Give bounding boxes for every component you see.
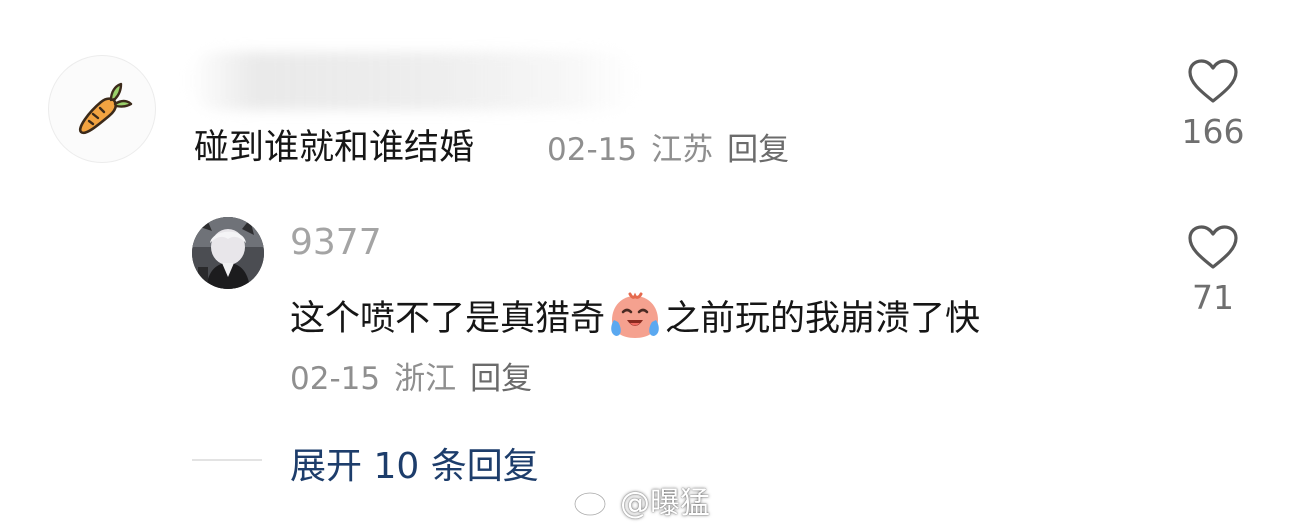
reply-button[interactable]: 回复 <box>470 361 532 397</box>
anime-avatar-image <box>192 217 264 289</box>
reply-text: 这个喷不了是真猎奇 之前玩的我崩溃了快 <box>290 290 980 341</box>
reply-button[interactable]: 回复 <box>727 132 789 168</box>
blurred-username <box>188 52 638 110</box>
watermark-text: @曝猛 <box>620 486 710 521</box>
reply-region: 浙江 <box>394 361 457 397</box>
expand-replies-button[interactable]: 展开 10 条回复 <box>290 437 539 489</box>
comment-region: 江苏 <box>651 132 714 168</box>
comment-meta: 02-15 江苏 回复 <box>547 130 789 170</box>
like-button[interactable]: 71 <box>1168 224 1258 317</box>
reply-text-after: 之前玩的我崩溃了快 <box>665 299 981 339</box>
avatar[interactable] <box>48 55 156 163</box>
comment-date: 02-15 <box>547 132 638 168</box>
comment-text: 碰到谁就和谁结婚 <box>194 128 475 168</box>
reply-text-before: 这个喷不了是真猎奇 <box>290 299 606 339</box>
crying-face-emoji <box>611 292 659 338</box>
avatar[interactable] <box>192 217 264 289</box>
reply-date: 02-15 <box>290 361 381 397</box>
reply-meta: 02-15 浙江 回复 <box>290 359 532 399</box>
carrot-icon <box>78 82 133 135</box>
heart-icon <box>1188 225 1238 269</box>
weibo-logo-icon <box>573 486 614 517</box>
like-button[interactable]: 166 <box>1168 58 1258 151</box>
watermark: @曝猛 <box>572 478 710 522</box>
divider <box>192 459 262 461</box>
heart-icon <box>1188 59 1238 103</box>
reply-username[interactable]: 9377 <box>290 222 382 263</box>
like-count: 71 <box>1192 278 1234 317</box>
like-count: 166 <box>1181 112 1245 151</box>
